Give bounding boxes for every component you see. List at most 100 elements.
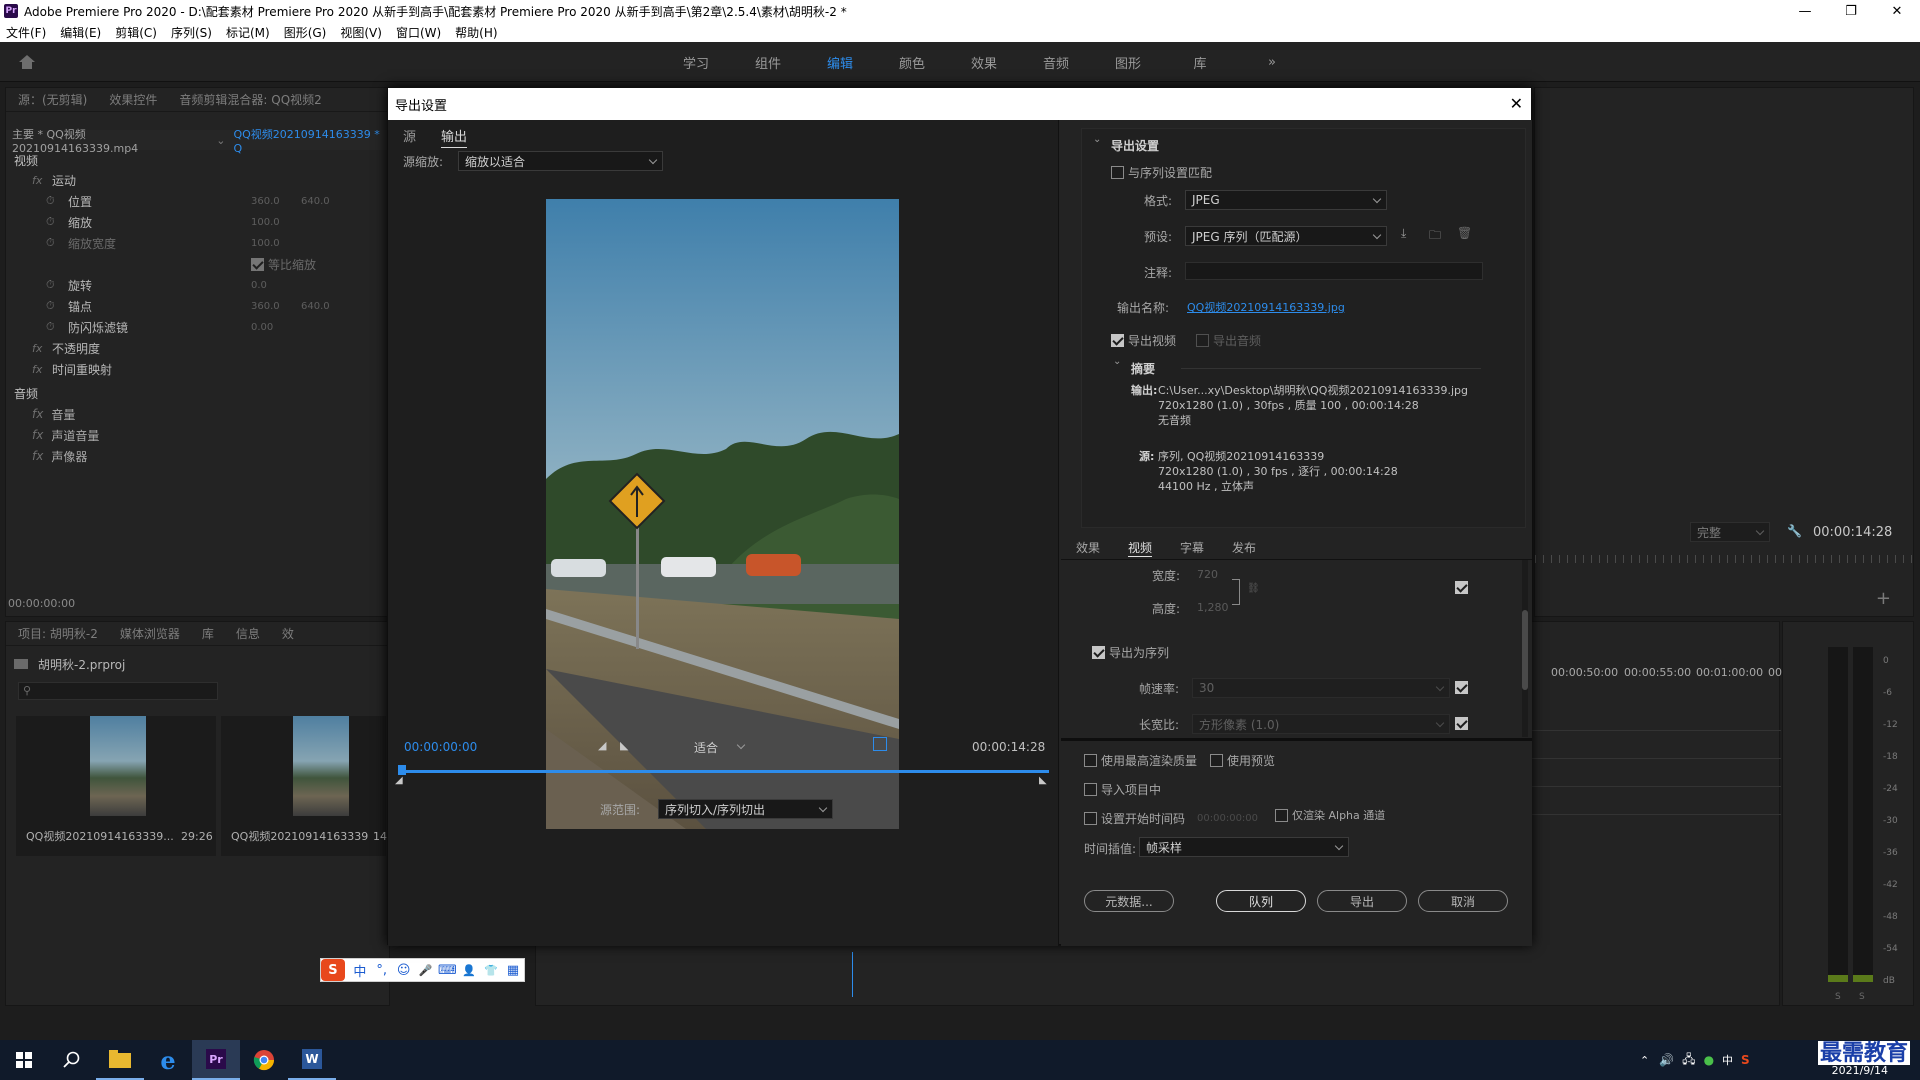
source-scale-select[interactable]: 缩放以适合	[458, 151, 663, 171]
effect-param-row[interactable]: 等比缩放	[6, 254, 386, 274]
ime-toolbox-icon[interactable]: ▦	[502, 963, 524, 978]
delete-preset-icon[interactable]: 🗑	[1457, 226, 1472, 240]
minimize-button[interactable]: —	[1782, 0, 1828, 22]
save-preset-icon[interactable]: ⤓	[1401, 226, 1406, 241]
menu-window[interactable]: 窗口(W)	[396, 24, 441, 41]
ime-lang-icon[interactable]: 中	[1722, 1052, 1733, 1068]
add-button-icon[interactable]: +	[1876, 588, 1891, 609]
ime-keyboard-icon[interactable]: ⌨	[436, 963, 458, 978]
solo-button-left[interactable]: S	[1835, 992, 1841, 1002]
restore-button[interactable]: ❐	[1828, 0, 1874, 22]
ime-user-icon[interactable]: 👤	[458, 964, 480, 977]
tab-publish-settings[interactable]: 发布	[1232, 539, 1256, 556]
tray-chevron-icon[interactable]: ⌃	[1640, 1054, 1649, 1067]
effect-param-value[interactable]: 360.0	[251, 196, 280, 207]
menu-graphics[interactable]: 图形(G)	[284, 24, 327, 41]
file-explorer-icon[interactable]	[96, 1040, 144, 1080]
format-select[interactable]: JPEG	[1185, 190, 1387, 210]
windows-start-icon[interactable]	[0, 1040, 48, 1080]
use-previews-checkbox[interactable]: 使用预览	[1210, 752, 1275, 769]
workspace-libraries[interactable]: 库	[1164, 53, 1236, 72]
ime-tray-icon[interactable]: ●	[1704, 1053, 1714, 1067]
workspace-audio[interactable]: 音频	[1020, 53, 1092, 72]
effect-param-row[interactable]: ⏱ 位置 360.0 640.0	[6, 191, 386, 211]
summary-collapse-icon[interactable]: ⌄	[1113, 356, 1121, 367]
effect-param-row[interactable]: ⏱ 锚点 360.0 640.0	[6, 296, 386, 316]
export-button[interactable]: 导出	[1317, 890, 1407, 912]
tab-media-browser[interactable]: 媒体浏览器	[120, 625, 180, 642]
edge-icon[interactable]: e	[144, 1040, 192, 1080]
effect-param-row[interactable]: ⏱ 防闪烁滤镜 0.00	[6, 317, 386, 337]
menu-clip[interactable]: 剪辑(C)	[115, 24, 157, 41]
tab-project[interactable]: 项目: 胡明秋-2	[18, 625, 98, 642]
workspace-assembly[interactable]: 组件	[732, 53, 804, 72]
frame-rate-match-checkbox[interactable]	[1455, 681, 1468, 694]
set-start-timecode-checkbox[interactable]: 设置开始时间码 00:00:00:00	[1084, 810, 1258, 827]
effect-param-row[interactable]: fx 运动	[6, 170, 386, 190]
ime-voice-icon[interactable]: 🎤	[415, 964, 437, 977]
match-sequence-checkbox[interactable]: 与序列设置匹配	[1111, 164, 1212, 181]
ime-punctuation-icon[interactable]: °,	[371, 963, 393, 978]
cancel-button[interactable]: 取消	[1418, 890, 1508, 912]
in-point-handle-icon[interactable]: ◢	[395, 775, 403, 786]
premiere-taskbar-icon[interactable]: Pr	[192, 1040, 240, 1080]
ime-skin-icon[interactable]: 👕	[480, 964, 502, 977]
menu-edit[interactable]: 编辑(E)	[60, 24, 101, 41]
chrome-icon[interactable]	[240, 1040, 288, 1080]
sequence-clip-label[interactable]: QQ视频20210914163339 * Q	[233, 126, 389, 155]
sogou-tray-icon[interactable]: S	[1741, 1053, 1750, 1067]
effect-param-value[interactable]: 100.0	[251, 217, 280, 228]
output-name-link[interactable]: QQ视频20210914163339.jpg	[1187, 299, 1345, 315]
max-render-quality-checkbox[interactable]: 使用最高渲染质量	[1084, 752, 1197, 769]
workspace-editing[interactable]: 编辑	[804, 53, 876, 72]
word-icon[interactable]: W	[288, 1040, 336, 1080]
project-search-input[interactable]: ⚲	[18, 682, 218, 700]
workspace-graphics[interactable]: 图形	[1092, 53, 1164, 72]
start-timecode-input[interactable]: 00:00:00:00	[1197, 813, 1258, 824]
link-chain-icon[interactable]: ⛓	[1247, 583, 1260, 594]
effect-param-row[interactable]: fx 时间重映射	[6, 359, 386, 379]
sogou-logo-icon[interactable]: S	[321, 959, 345, 981]
menu-help[interactable]: 帮助(H)	[455, 24, 497, 41]
tab-video-settings[interactable]: 视频	[1128, 539, 1153, 557]
workspace-color[interactable]: 颜色	[876, 53, 948, 72]
search-icon[interactable]	[48, 1040, 96, 1080]
timeline-scrub-bar[interactable]	[399, 770, 1049, 773]
ime-chinese-mode[interactable]: 中	[349, 961, 371, 980]
network-icon[interactable]: 🖧	[1682, 1050, 1695, 1071]
mark-out-icon[interactable]: ◣	[620, 739, 628, 752]
playhead-line[interactable]	[852, 952, 853, 997]
tab-effect-controls[interactable]: 效果控件	[109, 91, 157, 108]
time-interpolation-select[interactable]: 帧采样	[1139, 837, 1349, 857]
workspace-effects[interactable]: 效果	[948, 53, 1020, 72]
project-item-card[interactable]: QQ视频20210914163339... 29:26	[16, 716, 216, 856]
export-audio-checkbox[interactable]: 导出音频	[1196, 332, 1261, 349]
effect-param-value[interactable]: 0.0	[251, 280, 267, 291]
close-icon[interactable]: ✕	[1510, 94, 1523, 113]
frame-rate-select[interactable]: 30	[1192, 678, 1450, 698]
solo-button-right[interactable]: S	[1859, 992, 1865, 1002]
export-settings-collapse-icon[interactable]: ⌄	[1093, 134, 1101, 145]
start-timecode[interactable]: 00:00:00:00	[404, 740, 477, 754]
wrench-icon[interactable]: 🔧	[1787, 524, 1802, 538]
workspace-more-button[interactable]: »	[1236, 55, 1308, 70]
effect-param-value[interactable]: 360.0	[251, 301, 280, 312]
program-fit-select[interactable]: 完整	[1690, 522, 1770, 542]
effect-param-row[interactable]: ⏱ 旋转 0.0	[6, 275, 386, 295]
preview-fit-select[interactable]: 适合	[688, 737, 750, 757]
tab-effects[interactable]: 效	[282, 625, 294, 642]
volume-icon[interactable]: 🔊	[1659, 1053, 1674, 1067]
aspect-match-checkbox[interactable]	[1455, 717, 1468, 730]
tab-libraries[interactable]: 库	[202, 625, 214, 642]
project-item-card[interactable]: QQ视频20210914163339 14	[221, 716, 387, 856]
settings-scrollbar[interactable]	[1522, 560, 1528, 737]
effect-param-row[interactable]: ⏱ 缩放宽度 100.0	[6, 233, 386, 253]
menu-view[interactable]: 视图(V)	[340, 24, 382, 41]
tab-info[interactable]: 信息	[236, 625, 260, 642]
effect-row-volume[interactable]: fx 音量	[32, 404, 75, 424]
tab-captions-settings[interactable]: 字幕	[1180, 539, 1204, 556]
mark-in-icon[interactable]: ◢	[598, 739, 606, 752]
ime-emoji-icon[interactable]: ☺	[393, 963, 415, 978]
effect-row-channel-volume[interactable]: fx 声道音量	[32, 425, 99, 445]
tab-audio-clip-mixer[interactable]: 音频剪辑混合器: QQ视频2	[179, 91, 321, 108]
